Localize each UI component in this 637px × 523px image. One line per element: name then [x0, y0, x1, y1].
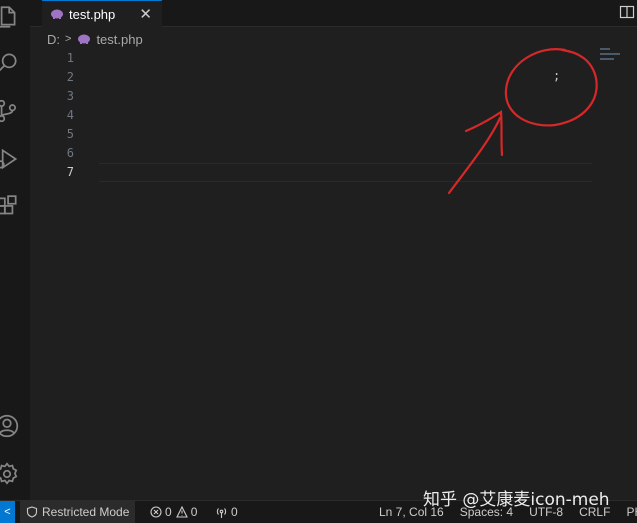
restricted-mode-button[interactable]: Restricted Mode — [20, 501, 136, 523]
activity-bar — [0, 0, 30, 500]
extensions-icon[interactable] — [0, 192, 24, 222]
line-number: 1 — [66, 51, 74, 65]
close-tab-icon[interactable]: ✕ — [139, 6, 152, 22]
error-icon — [150, 506, 162, 518]
line-number: 5 — [66, 127, 74, 141]
php-elephant-icon — [51, 9, 63, 19]
error-count: 0 — [165, 505, 172, 519]
tab-label: test.php — [69, 6, 116, 22]
line-number: 4 — [66, 108, 74, 122]
breadcrumb: D: > test.php — [47, 30, 143, 48]
language-mode[interactable]: PHP — [626, 505, 637, 519]
zhihu-watermark: 知乎 @艾康麦icon-meh — [423, 490, 610, 510]
ports-count: 0 — [231, 505, 238, 519]
current-line-highlight[interactable] — [99, 163, 592, 182]
remote-indicator-icon[interactable]: < — [0, 501, 15, 523]
shield-icon — [26, 506, 38, 518]
problems-button[interactable]: 0 0 — [150, 501, 201, 523]
explorer-icon[interactable] — [0, 2, 24, 32]
source-control-icon[interactable] — [0, 96, 24, 126]
minimap[interactable] — [600, 48, 622, 68]
ports-button[interactable]: 0 — [215, 501, 238, 523]
editor-tab-bar: test.php ✕ — [30, 0, 637, 27]
restricted-mode-label: Restricted Mode — [42, 505, 130, 519]
run-debug-icon[interactable] — [0, 144, 24, 174]
split-editor-icon[interactable] — [619, 4, 635, 20]
php-elephant-icon — [78, 34, 91, 44]
chevron-right-icon: > — [65, 33, 72, 45]
settings-gear-icon[interactable] — [0, 459, 24, 489]
breadcrumb-file[interactable]: test.php — [96, 32, 142, 47]
line-number: 6 — [66, 146, 74, 160]
warning-count: 0 — [190, 505, 198, 519]
line-number: 2 — [66, 70, 74, 84]
line-number-gutter: 1 2 3 4 5 6 7 — [30, 49, 74, 182]
active-line-number: 7 — [66, 165, 74, 179]
line-number: 3 — [66, 89, 74, 103]
broadcast-icon — [216, 507, 227, 518]
red-annotation-circle-arrow — [447, 48, 598, 195]
account-icon[interactable] — [0, 411, 24, 441]
search-icon[interactable] — [0, 48, 24, 78]
tab-test-php[interactable]: test.php ✕ — [42, 0, 162, 27]
warning-icon — [175, 506, 188, 518]
code-text[interactable]: ; — [553, 69, 560, 83]
breadcrumb-drive[interactable]: D: — [47, 32, 60, 47]
